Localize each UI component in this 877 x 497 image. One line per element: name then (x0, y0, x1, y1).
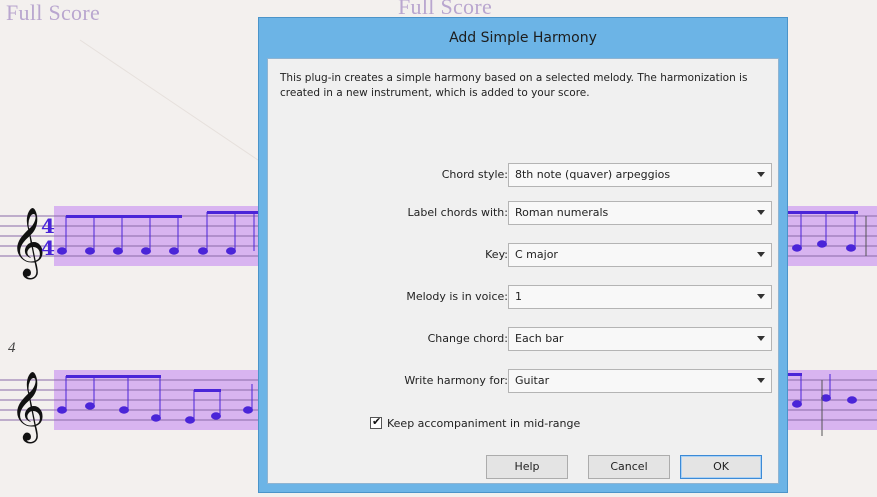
key-select[interactable]: C major (508, 243, 772, 267)
ok-button[interactable]: OK (680, 455, 762, 479)
key-label: Key: (485, 248, 508, 261)
key-value: C major (515, 248, 558, 261)
chevron-down-icon (757, 294, 765, 299)
chevron-down-icon (757, 336, 765, 341)
chord-style-value: 8th note (quaver) arpeggios (515, 168, 671, 181)
label-chords-row: Label chords with: Roman numerals (268, 201, 780, 225)
help-button[interactable]: Help (486, 455, 568, 479)
melody-voice-label: Melody is in voice: (406, 290, 508, 303)
label-chords-label: Label chords with: (407, 206, 508, 219)
write-harmony-value: Guitar (515, 374, 550, 387)
beam-1 (66, 215, 182, 218)
dialog-description: This plug-in creates a simple harmony ba… (280, 72, 748, 99)
checkmark-icon: ✔ (372, 415, 382, 428)
measure-number: 4 (8, 340, 16, 356)
chord-style-label: Chord style: (441, 168, 508, 181)
chord-style-select[interactable]: 8th note (quaver) arpeggios (508, 163, 772, 187)
mid-range-checkbox[interactable]: ✔ (370, 415, 382, 429)
write-harmony-select[interactable]: Guitar (508, 369, 772, 393)
beam-4 (194, 389, 221, 392)
time-signature-top: 4 (41, 214, 55, 238)
chord-style-row: Chord style: 8th note (quaver) arpeggios (268, 163, 780, 187)
label-chords-select[interactable]: Roman numerals (508, 201, 772, 225)
change-chord-value: Each bar (515, 332, 564, 345)
write-harmony-label: Write harmony for: (404, 374, 508, 387)
melody-voice-row: Melody is in voice: 1 (268, 285, 780, 309)
melody-voice-value: 1 (515, 290, 522, 303)
chevron-down-icon (757, 210, 765, 215)
dialog-body: This plug-in creates a simple harmony ba… (267, 58, 779, 484)
change-chord-select[interactable]: Each bar (508, 327, 772, 351)
label-chords-value: Roman numerals (515, 206, 609, 219)
write-harmony-row: Write harmony for: Guitar (268, 369, 780, 393)
chevron-down-icon (757, 252, 765, 257)
change-chord-row: Change chord: Each bar (268, 327, 780, 351)
key-row: Key: C major (268, 243, 780, 267)
beam-2 (207, 211, 258, 214)
mid-range-checkbox-label[interactable]: Keep accompaniment in mid-range (387, 415, 580, 433)
chevron-down-icon (757, 378, 765, 383)
dialog-title[interactable]: Add Simple Harmony (259, 18, 787, 56)
beam-3 (66, 375, 161, 378)
time-signature-bottom: 4 (41, 236, 55, 260)
treble-clef-icon-2: 𝄞 (10, 371, 45, 443)
cancel-button[interactable]: Cancel (588, 455, 670, 479)
melody-voice-select[interactable]: 1 (508, 285, 772, 309)
change-chord-label: Change chord: (427, 332, 508, 345)
add-simple-harmony-dialog: Add Simple Harmony This plug-in creates … (258, 17, 788, 493)
chevron-down-icon (757, 172, 765, 177)
